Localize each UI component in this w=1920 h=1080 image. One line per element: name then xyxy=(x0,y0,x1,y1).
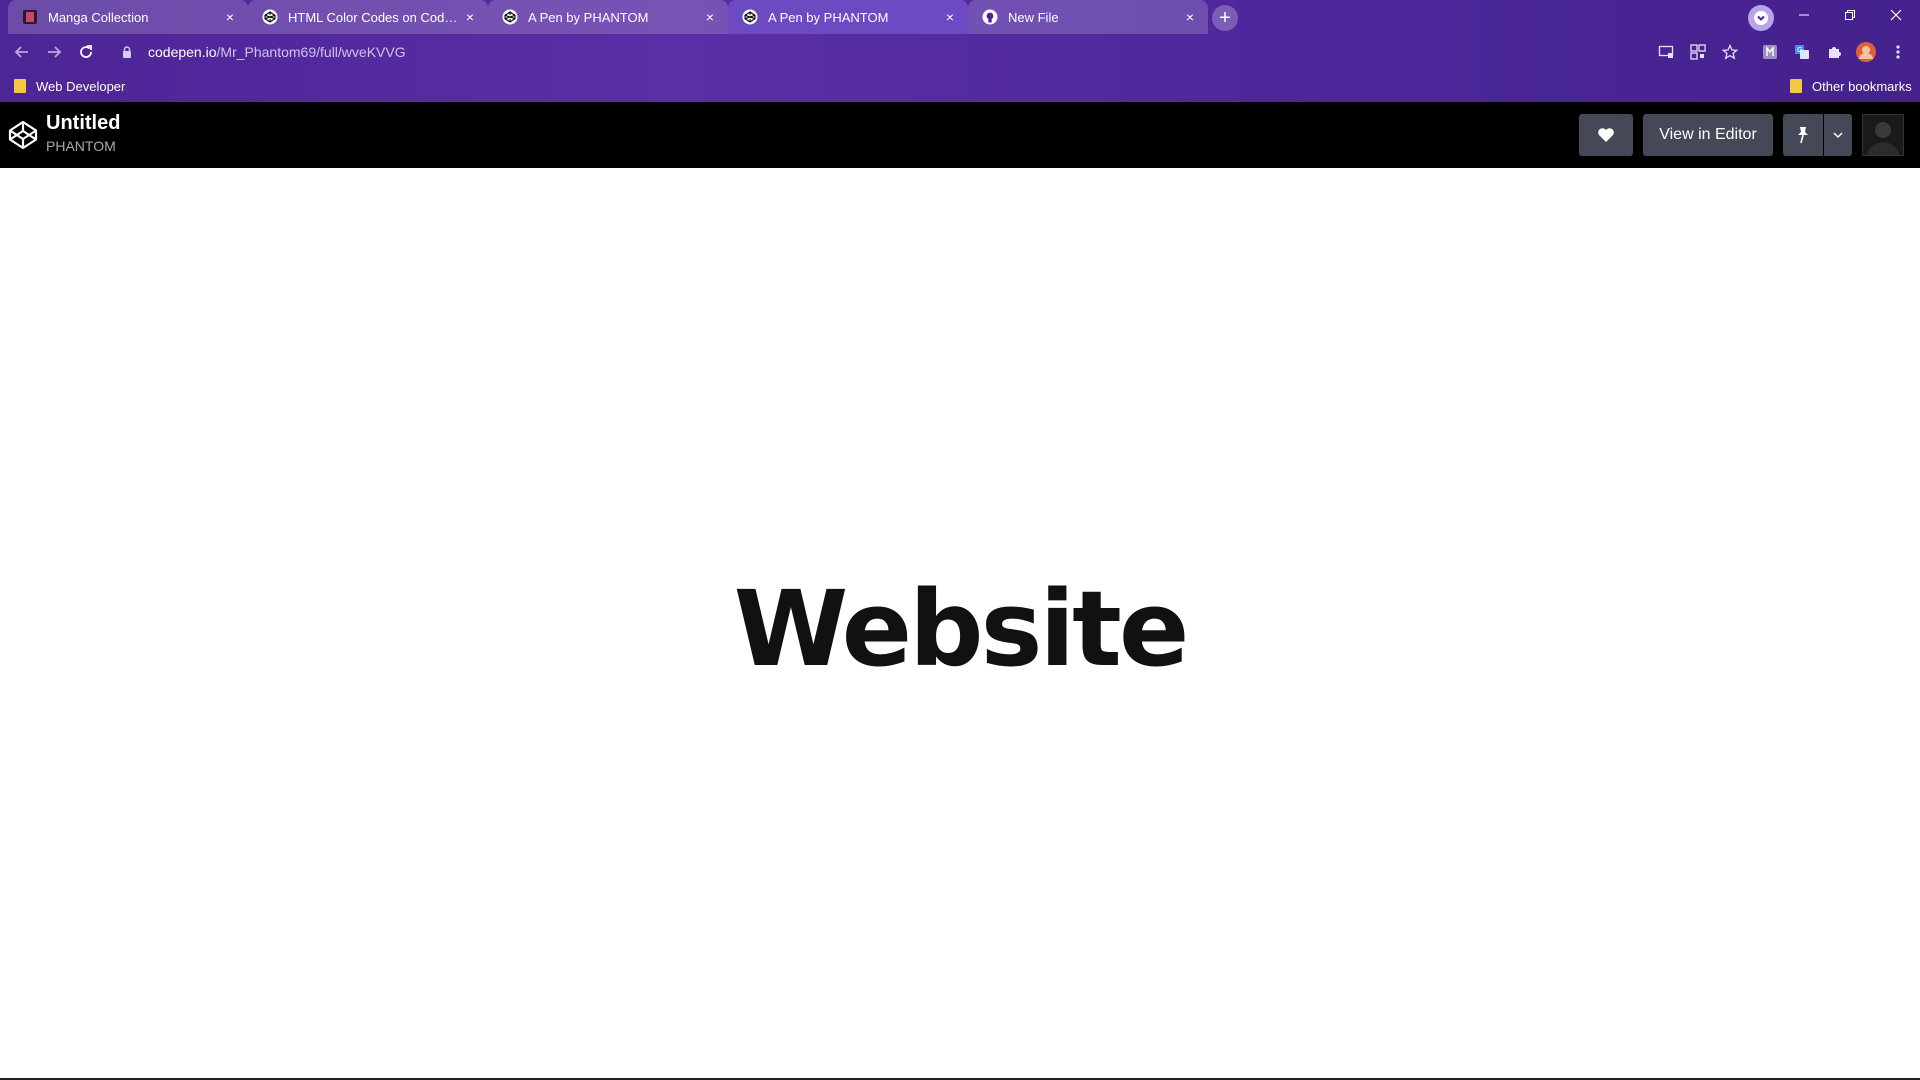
pin-button[interactable] xyxy=(1783,114,1823,156)
extension-button-1[interactable] xyxy=(1760,42,1780,62)
browser-toolbar: codepen.io/Mr_Phantom69/full/wveKVVG G xyxy=(0,34,1920,70)
codepen-icon xyxy=(742,9,758,25)
arrow-left-icon xyxy=(14,46,28,58)
back-button[interactable] xyxy=(10,40,34,64)
pen-author[interactable]: PHANTOM xyxy=(46,138,116,154)
qr-code-button[interactable] xyxy=(1688,42,1708,62)
translate-button[interactable]: G xyxy=(1792,42,1812,62)
bookmark-label: Other bookmarks xyxy=(1812,78,1912,94)
menu-button[interactable] xyxy=(1888,42,1908,62)
close-window-button[interactable] xyxy=(1874,0,1918,30)
tab-title: Manga Collection xyxy=(48,9,149,25)
restore-button[interactable] xyxy=(1828,0,1872,30)
codepen-logo-icon[interactable] xyxy=(8,120,38,150)
pen-title[interactable]: Untitled xyxy=(46,112,120,135)
puzzle-icon xyxy=(1829,47,1841,58)
tab-html-color-codes[interactable]: HTML Color Codes on CodePen × xyxy=(248,0,488,34)
url-host: codepen.io xyxy=(148,44,217,60)
restore-icon xyxy=(1845,10,1855,20)
extension-icon xyxy=(1763,45,1777,59)
view-in-editor-button[interactable]: View in Editor xyxy=(1643,114,1773,156)
bookmarks-bar: Web Developer Other bookmarks xyxy=(0,70,1920,102)
cast-icon xyxy=(1658,45,1674,58)
minimize-button[interactable] xyxy=(1782,0,1826,30)
extensions-button[interactable] xyxy=(1824,42,1844,62)
close-icon[interactable]: × xyxy=(1182,9,1198,25)
reload-button[interactable] xyxy=(74,40,98,64)
chevron-down-icon xyxy=(1833,132,1843,139)
hero-heading: Website xyxy=(733,568,1190,690)
bookmark-star-button[interactable] xyxy=(1720,42,1740,62)
pin-dropdown-button[interactable] xyxy=(1824,114,1852,156)
profile-button[interactable] xyxy=(1856,42,1876,62)
tab-new-file[interactable]: New File × xyxy=(968,0,1208,34)
tab-title: HTML Color Codes on CodePen xyxy=(288,9,462,25)
tab-title: A Pen by PHANTOM xyxy=(768,9,889,25)
url-path: /Mr_Phantom69/full/wveKVVG xyxy=(216,44,406,60)
svg-text:G: G xyxy=(1797,46,1802,54)
browser-chrome: Manga Collection × HTML Color Codes on C… xyxy=(0,0,1920,102)
new-tab-button[interactable]: + xyxy=(1212,5,1238,31)
folder-icon xyxy=(1790,79,1802,93)
close-icon xyxy=(1890,9,1902,21)
codepen-icon xyxy=(502,9,518,25)
manga-favicon-icon xyxy=(22,9,38,25)
tab-title: New File xyxy=(1008,9,1059,25)
codepen-icon xyxy=(262,9,278,25)
cast-button[interactable] xyxy=(1656,42,1676,62)
bookmark-other-bookmarks[interactable]: Other bookmarks xyxy=(1790,76,1912,96)
arrow-right-icon xyxy=(48,46,62,58)
folder-icon xyxy=(14,79,26,93)
minimize-icon xyxy=(1799,14,1809,16)
user-avatar[interactable] xyxy=(1862,114,1904,156)
tab-strip: Manga Collection × HTML Color Codes on C… xyxy=(0,0,1920,34)
close-icon[interactable]: × xyxy=(462,9,478,25)
reload-icon xyxy=(80,45,92,58)
translate-icon: G xyxy=(1795,45,1809,59)
forward-button[interactable] xyxy=(42,40,66,64)
love-button[interactable] xyxy=(1579,114,1633,156)
chevron-down-icon xyxy=(1754,11,1768,25)
pin-icon xyxy=(1798,127,1808,144)
close-icon[interactable]: × xyxy=(222,9,238,25)
star-icon xyxy=(1722,44,1738,60)
heart-icon xyxy=(1598,128,1614,142)
kebab-menu-icon xyxy=(1896,45,1900,59)
codepen-header: Untitled PHANTOM View in Editor xyxy=(0,102,1920,168)
pen-preview: Website xyxy=(0,168,1920,1078)
tab-search-button[interactable] xyxy=(1748,5,1774,31)
avatar-icon xyxy=(1856,42,1876,62)
lock-icon xyxy=(123,46,131,58)
bookmark-label: Web Developer xyxy=(36,78,126,94)
avatar-icon xyxy=(1863,115,1903,155)
github-icon xyxy=(982,9,998,25)
close-icon[interactable]: × xyxy=(942,9,958,25)
close-icon[interactable]: × xyxy=(702,9,718,25)
tab-title: A Pen by PHANTOM xyxy=(528,9,649,25)
address-bar[interactable]: codepen.io/Mr_Phantom69/full/wveKVVG xyxy=(108,37,1748,67)
tab-manga-collection[interactable]: Manga Collection × xyxy=(8,0,248,34)
qr-code-icon xyxy=(1690,44,1706,60)
bookmark-web-developer[interactable]: Web Developer xyxy=(14,76,125,96)
tab-a-pen-by-phantom-active[interactable]: A Pen by PHANTOM × xyxy=(728,0,968,34)
tab-a-pen-by-phantom[interactable]: A Pen by PHANTOM × xyxy=(488,0,728,34)
